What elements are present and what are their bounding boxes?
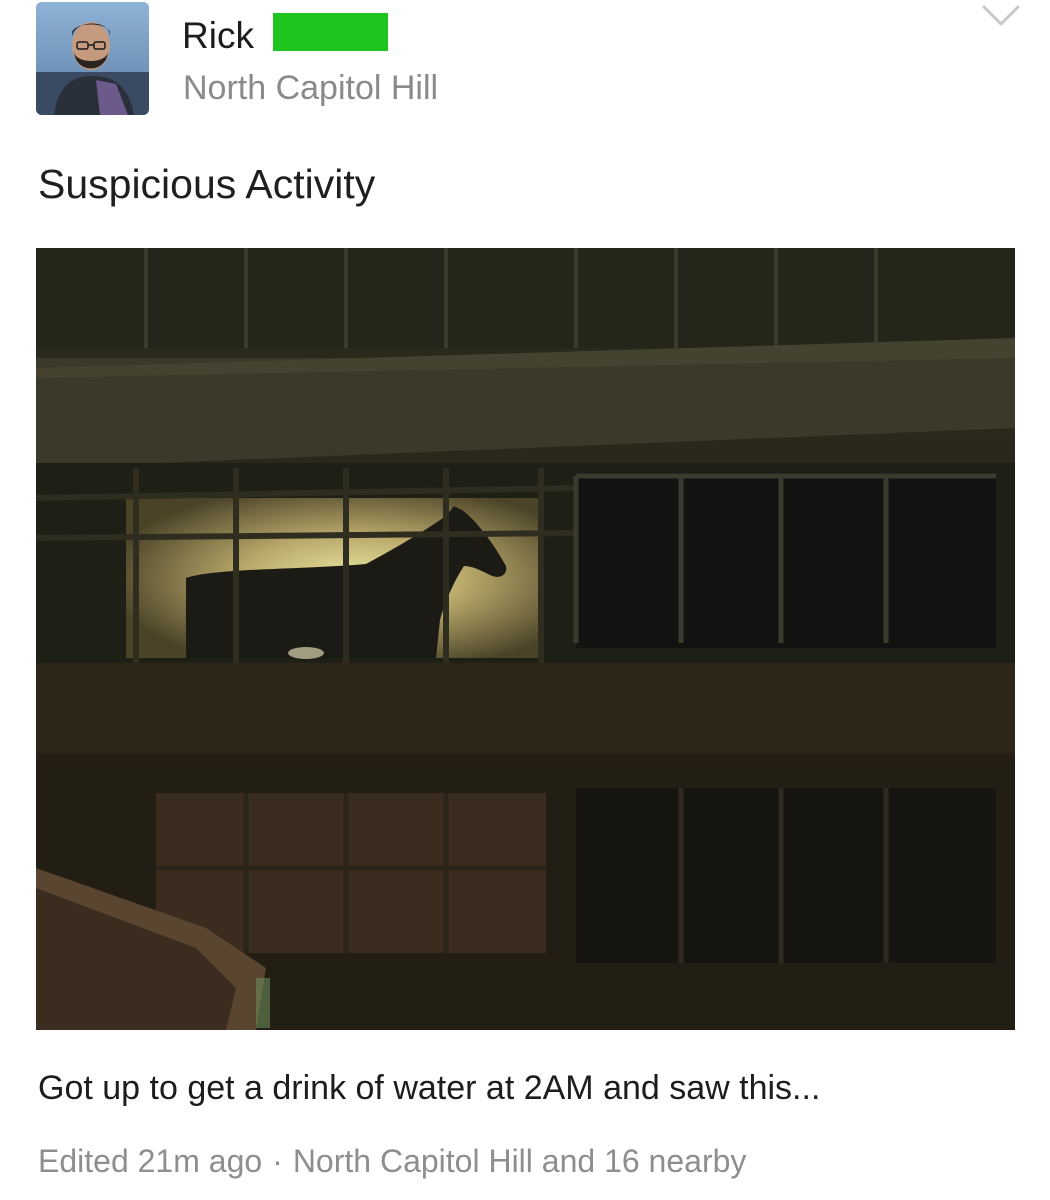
post-meta: Edited 21m ago · North Capitol Hill and 16… [38, 1140, 746, 1182]
edited-timestamp: Edited 21m ago [38, 1143, 263, 1179]
person-avatar-icon [36, 2, 149, 115]
neighborhood-reach-link[interactable]: North Capitol Hill and 16 nearby [293, 1143, 747, 1179]
author-name[interactable]: Rick [182, 14, 254, 58]
post-photo[interactable] [36, 248, 1015, 1030]
chevron-down-icon[interactable] [981, 4, 1021, 28]
author-location: North Capitol Hill [183, 69, 439, 107]
author-avatar[interactable] [36, 2, 149, 115]
post-body-text: Got up to get a drink of water at 2AM an… [38, 1069, 821, 1107]
neighborhood-post: Rick North Capitol Hill Suspicious Activ… [0, 0, 1050, 1200]
meta-separator: · [272, 1143, 283, 1179]
name-redaction-bar [273, 13, 388, 51]
horse-silhouette-on-balcony-photo [36, 248, 1015, 1030]
post-title: Suspicious Activity [38, 161, 376, 207]
